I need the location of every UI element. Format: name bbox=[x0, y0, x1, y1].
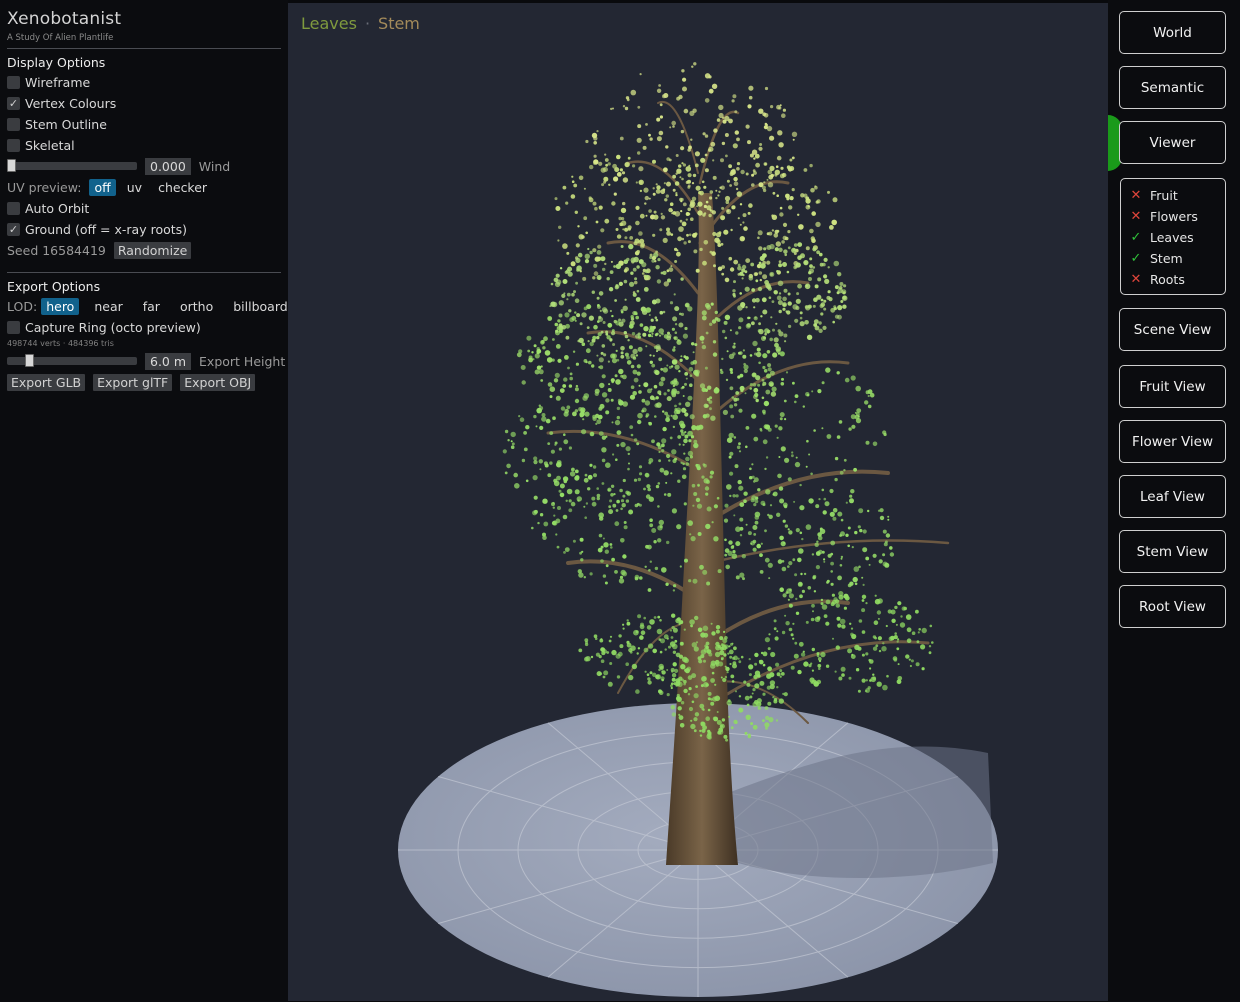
checkbox-box[interactable] bbox=[7, 117, 20, 131]
capture-ring-label: Capture Ring (octo preview) bbox=[25, 319, 201, 335]
lod-label: LOD: bbox=[7, 298, 38, 314]
skeletal-checkbox[interactable]: Skeletal bbox=[7, 136, 75, 154]
export-height-row: 6.0 m Export Height bbox=[7, 352, 285, 370]
export-gltf-button[interactable]: Export glTF bbox=[93, 373, 173, 391]
wind-slider-handle[interactable] bbox=[7, 159, 16, 172]
wireframe-label: Wireframe bbox=[25, 74, 91, 90]
uv-preview-label: UV preview: bbox=[7, 179, 82, 195]
checkbox-box[interactable] bbox=[7, 75, 20, 89]
3d-viewport[interactable]: Leaves · Stem bbox=[288, 3, 1108, 1001]
export-obj-button[interactable]: Export OBJ bbox=[180, 373, 256, 391]
export-buttons-row: Export GLB Export glTF Export OBJ bbox=[7, 373, 263, 391]
wind-value[interactable]: 0.000 bbox=[145, 157, 191, 175]
divider bbox=[7, 272, 281, 273]
viewer-mode-button[interactable]: Viewer bbox=[1119, 121, 1226, 164]
lod-option-far[interactable]: far bbox=[138, 298, 165, 315]
wind-slider[interactable] bbox=[7, 159, 137, 172]
lod-option-hero[interactable]: hero bbox=[41, 297, 80, 315]
semantic-mode-button[interactable]: Semantic bbox=[1119, 66, 1226, 109]
left-panel: Xenobotanist A Study Of Alien Plantlife … bbox=[0, 0, 288, 1002]
tree-scene[interactable] bbox=[288, 3, 1108, 1001]
breadcrumb: Leaves · Stem bbox=[301, 14, 420, 33]
export-height-slider-handle[interactable] bbox=[25, 354, 35, 367]
export-height-slider[interactable] bbox=[7, 354, 137, 367]
uv-option-off[interactable]: off bbox=[89, 178, 116, 196]
lod-option-ortho[interactable]: ortho bbox=[175, 298, 218, 315]
ground-label: Ground (off = x-ray roots) bbox=[25, 221, 188, 237]
layer-label: Stem bbox=[1150, 251, 1183, 266]
layer-label: Fruit bbox=[1150, 188, 1178, 203]
cross-icon: ✕ bbox=[1130, 188, 1142, 203]
seed-row: Seed 16584419 Randomize bbox=[7, 241, 199, 259]
wireframe-checkbox[interactable]: Wireframe bbox=[7, 73, 90, 91]
checkbox-box[interactable] bbox=[7, 320, 20, 334]
lod-row: LOD: hero near far ortho billboard bbox=[7, 297, 299, 315]
check-icon: ✓ bbox=[1130, 230, 1142, 245]
layer-stem[interactable]: ✓ Stem bbox=[1121, 248, 1225, 269]
cross-icon: ✕ bbox=[1130, 272, 1142, 287]
breadcrumb-separator: · bbox=[364, 14, 371, 33]
checkbox-box[interactable]: ✓ bbox=[7, 222, 20, 236]
checkbox-box[interactable] bbox=[7, 201, 20, 215]
root-view-button[interactable]: Root View bbox=[1119, 585, 1226, 628]
mesh-stats: 498744 verts · 484396 tris bbox=[7, 339, 114, 348]
divider bbox=[7, 48, 281, 49]
wind-label: Wind bbox=[198, 158, 231, 174]
cross-icon: ✕ bbox=[1130, 209, 1142, 224]
stem-view-button[interactable]: Stem View bbox=[1119, 530, 1226, 573]
display-options-heading: Display Options bbox=[7, 55, 106, 70]
uv-option-uv[interactable]: uv bbox=[122, 179, 147, 196]
auto-orbit-label: Auto Orbit bbox=[25, 200, 90, 216]
world-mode-button[interactable]: World bbox=[1119, 11, 1226, 54]
lod-option-near[interactable]: near bbox=[89, 298, 127, 315]
lod-option-billboard[interactable]: billboard bbox=[228, 298, 292, 315]
checkbox-box[interactable] bbox=[7, 138, 20, 152]
auto-orbit-checkbox[interactable]: Auto Orbit bbox=[7, 199, 89, 217]
tree-trunk bbox=[666, 193, 738, 865]
layer-label: Roots bbox=[1150, 272, 1185, 287]
randomize-button[interactable]: Randomize bbox=[113, 241, 192, 259]
vertex-colours-checkbox[interactable]: ✓ Vertex Colours bbox=[7, 94, 116, 112]
stem-outline-checkbox[interactable]: Stem Outline bbox=[7, 115, 107, 133]
checkbox-box[interactable]: ✓ bbox=[7, 96, 20, 110]
export-height-value[interactable]: 6.0 m bbox=[145, 352, 192, 370]
layer-leaves[interactable]: ✓ Leaves bbox=[1121, 227, 1225, 248]
app-subtitle: A Study Of Alien Plantlife bbox=[7, 33, 114, 43]
layer-flowers[interactable]: ✕ Flowers bbox=[1121, 206, 1225, 227]
fruit-view-button[interactable]: Fruit View bbox=[1119, 365, 1226, 408]
uv-preview-row: UV preview: off uv checker bbox=[7, 178, 218, 196]
uv-option-checker[interactable]: checker bbox=[153, 179, 212, 196]
app-title: Xenobotanist bbox=[7, 9, 122, 29]
stem-outline-label: Stem Outline bbox=[25, 116, 107, 132]
layer-fruit[interactable]: ✕ Fruit bbox=[1121, 185, 1225, 206]
skeletal-label: Skeletal bbox=[25, 137, 75, 153]
seed-label: Seed 16584419 bbox=[7, 242, 106, 258]
export-glb-button[interactable]: Export GLB bbox=[7, 373, 86, 391]
capture-ring-checkbox[interactable]: Capture Ring (octo preview) bbox=[7, 318, 201, 336]
layer-roots[interactable]: ✕ Roots bbox=[1121, 269, 1225, 290]
scene-view-button[interactable]: Scene View bbox=[1119, 308, 1226, 351]
flower-view-button[interactable]: Flower View bbox=[1119, 420, 1226, 463]
breadcrumb-stem[interactable]: Stem bbox=[378, 14, 420, 33]
wind-row: 0.000 Wind bbox=[7, 157, 230, 175]
vertex-colours-label: Vertex Colours bbox=[25, 95, 117, 111]
breadcrumb-leaves[interactable]: Leaves bbox=[301, 14, 357, 33]
layer-toggle-panel: ✕ Fruit ✕ Flowers ✓ Leaves ✓ Stem ✕ Root… bbox=[1120, 178, 1226, 295]
layer-label: Flowers bbox=[1150, 209, 1198, 224]
right-panel: World Semantic Viewer ✕ Fruit ✕ Flowers … bbox=[1108, 0, 1240, 1002]
leaf-view-button[interactable]: Leaf View bbox=[1119, 475, 1226, 518]
ground-checkbox[interactable]: ✓ Ground (off = x-ray roots) bbox=[7, 220, 187, 238]
layer-label: Leaves bbox=[1150, 230, 1194, 245]
export-height-label: Export Height bbox=[199, 353, 286, 369]
check-icon: ✓ bbox=[1130, 251, 1142, 266]
export-options-heading: Export Options bbox=[7, 279, 101, 294]
